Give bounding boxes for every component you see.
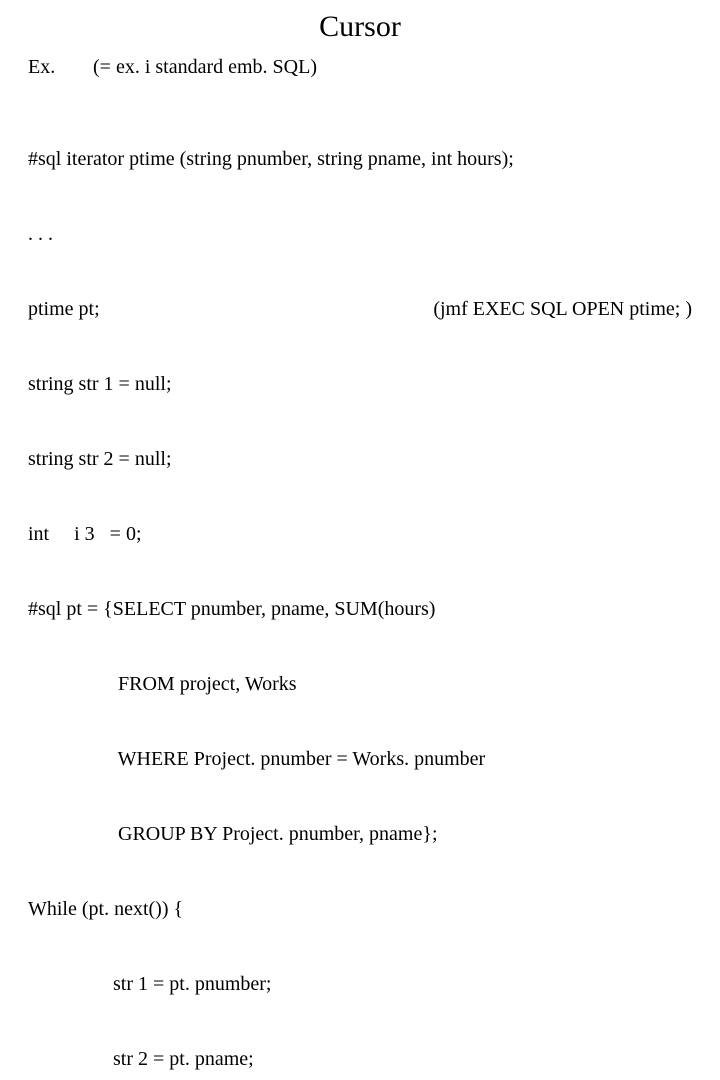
code-block: #sql iterator ptime (string pnumber, str… (28, 97, 692, 1080)
slide: Cursor Ex. (= ex. i standard emb. SQL) #… (0, 0, 720, 540)
example-note: (= ex. i standard emb. SQL) (93, 56, 317, 78)
annotation-open: (jmf EXEC SQL OPEN ptime; ) (433, 297, 692, 322)
code-line: . . . (28, 222, 692, 247)
code-line: int i 3 = 0; (28, 522, 692, 547)
code-line: str 2 = pt. pname; (28, 1047, 692, 1072)
code-line: GROUP BY Project. pnumber, pname}; (28, 822, 692, 847)
code-line: string str 1 = null; (28, 372, 692, 397)
example-label: Ex. (28, 56, 88, 79)
code-line: str 1 = pt. pnumber; (28, 972, 692, 997)
code-line: WHERE Project. pnumber = Works. pnumber (28, 747, 692, 772)
code-line: ptime pt; (jmf EXEC SQL OPEN ptime; ) (28, 297, 692, 322)
page-title: Cursor (28, 10, 692, 44)
code-line: string str 2 = null; (28, 447, 692, 472)
code-line: #sql iterator ptime (string pnumber, str… (28, 147, 692, 172)
code-line: #sql pt = {SELECT pnumber, pname, SUM(ho… (28, 597, 692, 622)
code-line: While (pt. next()) { (28, 897, 692, 922)
example-heading: Ex. (= ex. i standard emb. SQL) (28, 56, 692, 79)
code-text: ptime pt; (28, 298, 100, 320)
code-line: FROM project, Works (28, 672, 692, 697)
